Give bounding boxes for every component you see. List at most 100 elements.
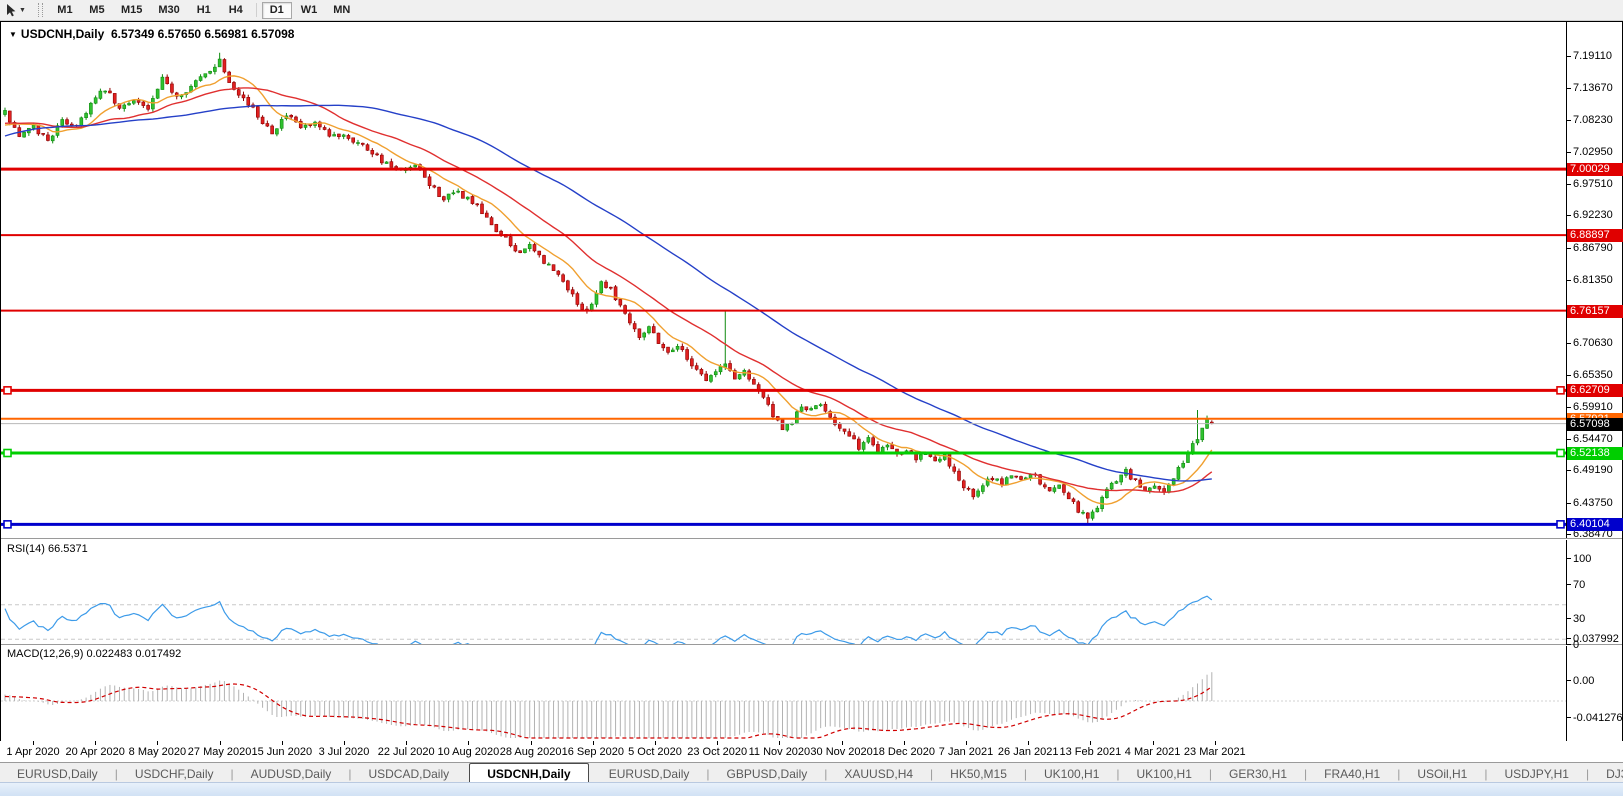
time-tick-label: 27 May 2020	[188, 746, 252, 758]
timeframe-buttons: M1M5M15M30H1H4 D1W1MN	[49, 2, 358, 19]
timeframe-button-d1[interactable]: D1	[262, 2, 292, 19]
chart-tab-eurusd-daily[interactable]: EURUSD,Daily	[0, 765, 115, 783]
chart-tab-dj30-weekly[interactable]: DJ30,Weekly	[1589, 765, 1623, 783]
time-tick-label: 15 Jun 2020	[252, 746, 313, 758]
chart-tab-audusd-daily[interactable]: AUDUSD,Daily	[234, 765, 349, 783]
timeframe-button-m15[interactable]: M15	[114, 2, 149, 19]
chart-tab-gbpusd-daily[interactable]: GBPUSD,Daily	[710, 765, 825, 783]
macd-axis-label: 0.037992	[1573, 633, 1619, 645]
price-tick-label: 7.13670	[1573, 82, 1613, 94]
chart-tab-fra40-h1[interactable]: FRA40,H1	[1307, 765, 1397, 783]
pointer-tool-button[interactable]: ▼	[0, 1, 32, 19]
hline-price-label: 6.52138	[1567, 447, 1623, 460]
time-tick-label: 22 Jul 2020	[378, 746, 435, 758]
chart-window[interactable]: ▼USDCNH,Daily 6.57349 6.57650 6.56981 6.…	[0, 21, 1623, 742]
price-tick	[1566, 184, 1571, 185]
time-tick	[1028, 741, 1029, 745]
macd-axis-label: -0.041276	[1573, 712, 1623, 724]
macd-label: MACD(12,26,9) 0.022483 0.017492	[7, 648, 181, 660]
timeframe-button-m1[interactable]: M1	[50, 2, 80, 19]
hline-handle	[4, 521, 11, 528]
time-tick	[406, 741, 407, 745]
panel-divider[interactable]	[1, 538, 1622, 540]
time-tick	[344, 741, 345, 745]
collapse-triangle-icon: ▼	[9, 30, 17, 39]
price-tick	[1566, 56, 1571, 57]
time-tick-label: 3 Jul 2020	[319, 746, 370, 758]
time-tick	[842, 741, 843, 745]
price-tick-label: 6.43750	[1573, 497, 1613, 509]
time-tick-label: 28 Aug 2020	[500, 746, 562, 758]
price-chart-canvas[interactable]	[1, 23, 1566, 538]
chart-tab-usdcnh-daily[interactable]: USDCNH,Daily	[469, 763, 588, 783]
chart-tab-hk50-m15[interactable]: HK50,M15	[933, 765, 1024, 783]
timeframe-button-h1[interactable]: H1	[189, 2, 219, 19]
time-tick	[282, 741, 283, 745]
price-tick-label: 6.54470	[1573, 433, 1613, 445]
time-tick	[531, 741, 532, 745]
chart-title-ohlc: 6.57349 6.57650 6.56981 6.57098	[111, 27, 295, 41]
rsi-axis-label: 30	[1573, 613, 1585, 625]
hline-handle	[4, 450, 11, 457]
rsi-axis-tick	[1566, 618, 1571, 619]
time-tick-label: 30 Nov 2020	[810, 746, 872, 758]
time-tick-label: 23 Mar 2021	[1184, 746, 1246, 758]
timeframe-button-w1[interactable]: W1	[294, 2, 325, 19]
time-tick-label: 7 Jan 2021	[939, 746, 993, 758]
price-tick	[1566, 88, 1571, 89]
panel-divider[interactable]	[1, 644, 1622, 646]
chart-tab-eurusd-daily[interactable]: EURUSD,Daily	[592, 765, 707, 783]
macd-canvas[interactable]	[1, 647, 1566, 741]
hline-handle	[1557, 387, 1564, 394]
rsi-canvas[interactable]	[1, 540, 1566, 644]
price-tick	[1566, 120, 1571, 121]
price-scale-border	[1566, 22, 1567, 741]
price-tick-label: 6.81350	[1573, 274, 1613, 286]
price-tick-label: 6.86790	[1573, 242, 1613, 254]
hline-price-label: 7.00029	[1567, 163, 1623, 176]
chart-tab-usdcad-daily[interactable]: USDCAD,Daily	[351, 765, 466, 783]
time-tick	[779, 741, 780, 745]
price-tick	[1566, 215, 1571, 216]
time-tick-label: 1 Apr 2020	[6, 746, 59, 758]
toolbar-grip[interactable]	[38, 3, 43, 17]
timeframe-button-m30[interactable]: M30	[151, 2, 186, 19]
rsi-axis-label: 100	[1573, 553, 1591, 565]
chart-title: ▼USDCNH,Daily 6.57349 6.57650 6.56981 6.…	[9, 27, 294, 41]
timeframe-button-mn[interactable]: MN	[326, 2, 357, 19]
hline-price-label: 6.76157	[1567, 305, 1623, 318]
price-tick-label: 6.49190	[1573, 464, 1613, 476]
medium-ma-line	[5, 88, 1212, 492]
time-tick	[904, 741, 905, 745]
time-tick-label: 26 Jan 2021	[998, 746, 1059, 758]
rsi-axis-label: 70	[1573, 579, 1585, 591]
hline-handle	[4, 387, 11, 394]
price-tick	[1566, 503, 1571, 504]
time-tick-label: 10 Aug 2020	[437, 746, 499, 758]
chart-tab-usoil-h1[interactable]: USOil,H1	[1400, 765, 1484, 783]
status-strip	[0, 782, 1623, 796]
price-tick-label: 6.97510	[1573, 178, 1613, 190]
price-tick	[1566, 375, 1571, 376]
timeframe-button-m5[interactable]: M5	[82, 2, 112, 19]
hline-handle	[1557, 521, 1564, 528]
time-tick-label: 11 Nov 2020	[749, 746, 811, 758]
chart-tab-uk100-h1[interactable]: UK100,H1	[1120, 765, 1209, 783]
chart-tab-bar: EURUSD,Daily|USDCHF,Daily|AUDUSD,Daily|U…	[0, 762, 1623, 783]
price-tick	[1566, 534, 1571, 535]
chart-tab-xauusd-h4[interactable]: XAUUSD,H4	[827, 765, 930, 783]
time-tick	[220, 741, 221, 745]
time-tick	[655, 741, 656, 745]
chevron-down-icon: ▼	[19, 7, 26, 14]
time-tick	[1090, 741, 1091, 745]
chart-tab-usdjpy-h1[interactable]: USDJPY,H1	[1487, 765, 1585, 783]
timeframe-button-h4[interactable]: H4	[221, 2, 251, 19]
macd-axis-tick	[1566, 717, 1571, 718]
chart-tab-uk100-h1[interactable]: UK100,H1	[1027, 765, 1116, 783]
chart-tab-ger30-h1[interactable]: GER30,H1	[1212, 765, 1304, 783]
rsi-axis-tick	[1566, 558, 1571, 559]
time-tick	[1215, 741, 1216, 745]
chart-tab-usdchf-daily[interactable]: USDCHF,Daily	[118, 765, 231, 783]
macd-axis-tick	[1566, 680, 1571, 681]
time-scale[interactable]: 1 Apr 202020 Apr 20208 May 202027 May 20…	[0, 741, 1623, 762]
